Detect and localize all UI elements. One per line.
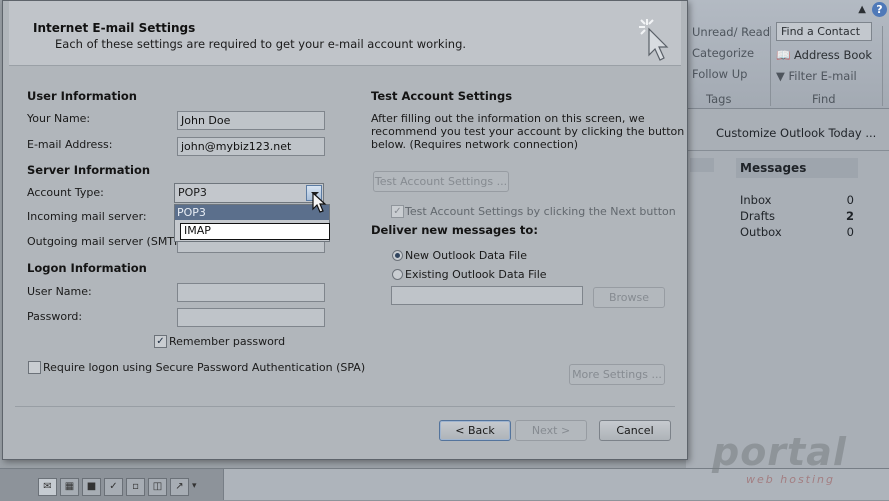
dialog-title: Internet E-mail Settings: [33, 21, 196, 35]
more-settings-button[interactable]: More Settings ...: [569, 364, 665, 385]
collapse-ribbon-icon[interactable]: ▲: [858, 4, 866, 15]
logon-information-heading: Logon Information: [27, 261, 147, 275]
filter-icon: ▼: [776, 69, 785, 83]
your-name-field[interactable]: John Doe: [177, 111, 325, 130]
test-description-line-3: below. (Requires network connection): [371, 138, 579, 151]
folder-name: Outbox: [740, 225, 782, 239]
folder-count: 0: [846, 193, 854, 207]
user-name-label: User Name:: [27, 285, 92, 298]
server-information-heading: Server Information: [27, 163, 151, 177]
folder-icon[interactable]: ◫: [148, 478, 167, 496]
deliver-messages-heading: Deliver new messages to:: [371, 223, 538, 237]
shortcuts-icon[interactable]: ↗: [170, 478, 189, 496]
message-row-drafts[interactable]: Drafts 2: [736, 208, 858, 224]
test-account-settings-heading: Test Account Settings: [371, 89, 513, 103]
existing-data-file-path-field[interactable]: [391, 286, 583, 305]
remember-password-checkbox[interactable]: ✓: [154, 335, 167, 348]
unread-read-button[interactable]: Unread/ Read: [692, 22, 770, 43]
spa-checkbox[interactable]: [28, 361, 41, 374]
cancel-button[interactable]: Cancel: [599, 420, 671, 441]
dialog-subtitle: Each of these settings are required to g…: [55, 37, 467, 51]
categorize-button[interactable]: Categorize: [692, 43, 770, 64]
test-by-next-checkbox[interactable]: ✓: [391, 205, 404, 218]
incoming-mail-server-label: Incoming mail server:: [27, 210, 147, 223]
watermark-text: portal: [712, 430, 847, 474]
test-description-line-2: recommend you test your account by click…: [371, 125, 685, 138]
watermark-logo: portal web hosting: [712, 430, 862, 490]
dialog-header: Internet E-mail Settings Each of these s…: [9, 1, 681, 66]
filter-email-label: Filter E-mail: [788, 69, 857, 83]
option-pop3[interactable]: POP3: [175, 205, 329, 220]
address-book-icon: 📖: [776, 48, 791, 62]
password-field[interactable]: [177, 308, 325, 327]
calendar-header: [690, 158, 714, 172]
email-address-label: E-mail Address:: [27, 138, 113, 151]
filter-email-button[interactable]: ▼ Filter E-mail: [776, 66, 872, 87]
remember-password-label: Remember password: [169, 335, 286, 348]
folder-name: Drafts: [740, 209, 775, 223]
messages-title: Messages: [736, 158, 858, 178]
option-imap[interactable]: IMAP: [180, 223, 330, 240]
folder-name: Inbox: [740, 193, 772, 207]
cursor-click-icon: [639, 19, 669, 61]
new-data-file-label: New Outlook Data File: [405, 249, 527, 262]
ribbon-divider: [770, 26, 771, 106]
outgoing-mail-server-label: Outgoing mail server (SMTP):: [27, 235, 189, 248]
existing-data-file-label: Existing Outlook Data File: [405, 268, 547, 281]
find-group-label: Find: [812, 92, 836, 106]
window-controls: ▲ ?: [858, 2, 887, 17]
address-book-label: Address Book: [793, 48, 873, 62]
test-description-line-1: After filling out the information on thi…: [371, 112, 645, 125]
folder-count: 2: [845, 209, 854, 223]
ribbon: ▲ ? Unread/ Read Categorize Follow Up Ta…: [686, 0, 889, 109]
spa-label: Require logon using Secure Password Auth…: [43, 361, 366, 374]
account-type-select[interactable]: POP3: [174, 183, 324, 203]
calendar-icon[interactable]: ▦: [60, 478, 79, 496]
your-name-label: Your Name:: [27, 112, 91, 125]
account-type-value: POP3: [178, 186, 207, 199]
internet-email-settings-dialog: Internet E-mail Settings Each of these s…: [2, 0, 688, 460]
tags-group: Unread/ Read Categorize Follow Up: [692, 22, 770, 85]
watermark-subtext: web hosting: [746, 473, 835, 486]
find-contact-input[interactable]: Find a Contact: [776, 22, 873, 41]
folder-count: 0: [846, 225, 854, 239]
next-button[interactable]: Next >: [515, 420, 587, 441]
account-type-label: Account Type:: [27, 186, 104, 199]
notes-icon[interactable]: ▫: [126, 478, 145, 496]
ribbon-divider: [882, 26, 883, 106]
new-data-file-radio[interactable]: [392, 250, 403, 261]
message-row-outbox[interactable]: Outbox 0: [736, 224, 858, 240]
email-address-field[interactable]: john@mybiz123.net: [177, 137, 325, 156]
contacts-icon[interactable]: ■: [82, 478, 101, 496]
mail-icon[interactable]: ✉: [38, 478, 57, 496]
configure-buttons-icon[interactable]: ▾: [192, 478, 197, 496]
find-group: Find a Contact 📖 Address Book ▼ Filter E…: [776, 22, 873, 87]
back-button[interactable]: < Back: [439, 420, 511, 441]
test-by-next-label: Test Account Settings by clicking the Ne…: [405, 205, 676, 218]
password-label: Password:: [27, 310, 83, 323]
tasks-icon[interactable]: ✓: [104, 478, 123, 496]
footer-divider: [15, 406, 675, 407]
customize-bar: Customize Outlook Today ...: [686, 118, 889, 151]
browse-button[interactable]: Browse: [593, 287, 665, 308]
test-account-settings-button[interactable]: Test Account Settings ...: [373, 171, 509, 192]
user-name-field[interactable]: [177, 283, 325, 302]
account-type-dropdown-list: POP3 IMAP: [174, 204, 330, 242]
user-information-heading: User Information: [27, 89, 137, 103]
mouse-pointer-icon: [312, 192, 327, 213]
follow-up-button[interactable]: Follow Up: [692, 64, 770, 85]
message-row-inbox[interactable]: Inbox 0: [736, 192, 858, 208]
address-book-button[interactable]: 📖 Address Book: [776, 45, 872, 66]
nav-icons: ✉ ▦ ■ ✓ ▫ ◫ ↗ ▾: [38, 478, 197, 496]
tags-group-label: Tags: [706, 92, 732, 106]
existing-data-file-radio[interactable]: [392, 269, 403, 280]
help-icon[interactable]: ?: [872, 2, 887, 17]
customize-outlook-today-link[interactable]: Customize Outlook Today ...: [716, 126, 876, 140]
messages-panel: Messages Inbox 0 Drafts 2 Outbox 0: [736, 158, 858, 240]
